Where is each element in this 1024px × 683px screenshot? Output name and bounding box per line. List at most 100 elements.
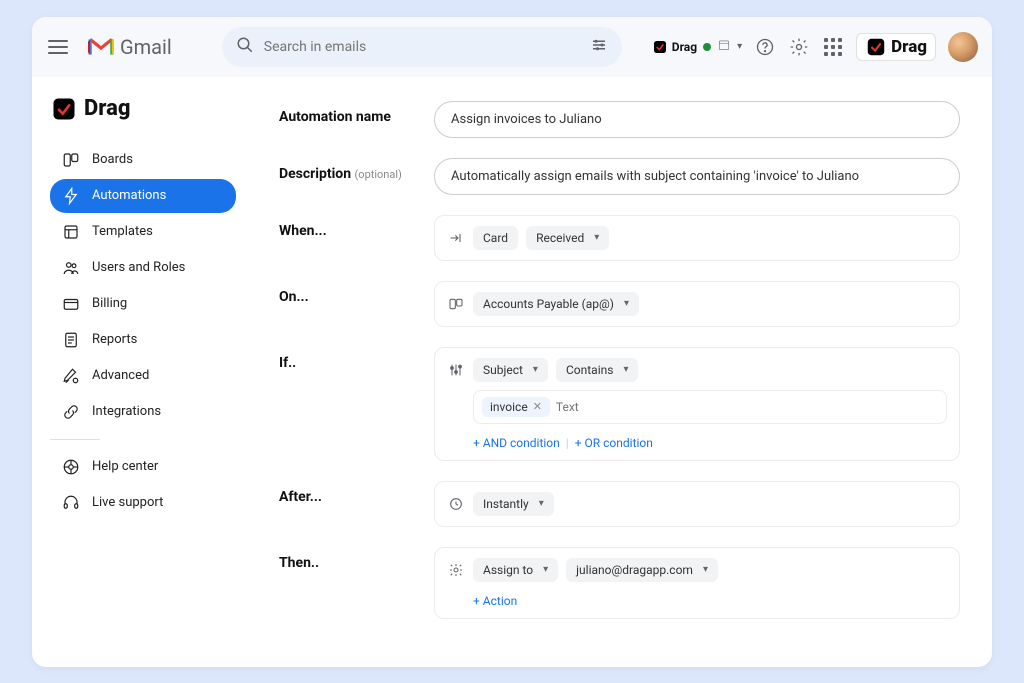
board-icon <box>447 296 465 312</box>
nav-divider <box>50 439 100 440</box>
when-entity-select[interactable]: Card <box>473 226 518 250</box>
if-value-input[interactable] <box>556 400 938 414</box>
hamburger-menu-icon[interactable] <box>46 35 70 59</box>
chevron-down-icon: ▾ <box>594 232 599 243</box>
sidebar-item-integrations[interactable]: Integrations <box>50 395 236 429</box>
then-target-select[interactable]: juliano@dragapp.com▾ <box>566 558 718 582</box>
clock-icon <box>447 496 465 512</box>
nav-footer: Help center Live support <box>50 450 236 520</box>
sidebar-item-reports[interactable]: Reports <box>50 323 236 357</box>
drag-logo-icon <box>865 36 887 58</box>
settings-button[interactable] <box>788 36 810 58</box>
chevron-down-icon: ▾ <box>623 364 628 375</box>
drag-brand-box[interactable]: Drag <box>856 33 936 61</box>
sidebar-item-help[interactable]: Help center <box>50 450 236 484</box>
automation-name-input[interactable] <box>434 101 960 138</box>
nav-label: Advanced <box>92 368 149 383</box>
gmail-m-icon <box>88 37 114 57</box>
if-operator-select[interactable]: Contains▾ <box>556 358 639 382</box>
topbar: Gmail Drag ▾ Drag <box>32 17 992 77</box>
add-action-link[interactable]: + Action <box>473 590 947 608</box>
search-icon <box>236 36 254 58</box>
nav-label: Boards <box>92 152 133 167</box>
label-then: Then.. <box>279 547 434 571</box>
topbar-right: Drag ▾ Drag <box>652 32 978 62</box>
if-value-input-wrap[interactable]: invoice✕ <box>473 390 947 424</box>
description-input[interactable] <box>434 158 960 195</box>
gmail-text: Gmail <box>120 35 172 59</box>
sidebar-item-advanced[interactable]: Advanced <box>50 359 236 393</box>
label-on: On... <box>279 281 434 305</box>
drag-brand-text: Drag <box>891 37 927 57</box>
row-then: Then.. Assign to▾ juliano@dragapp.com▾ +… <box>279 547 960 619</box>
if-tag: invoice✕ <box>482 397 550 417</box>
sidebar-brand-text: Drag <box>84 96 130 121</box>
label-description: Description (optional) <box>279 158 434 182</box>
row-when: When... Card Received▾ <box>279 215 960 261</box>
row-automation-name: Automation name <box>279 101 960 138</box>
chevron-down-icon: ▾ <box>543 564 548 575</box>
separator: | <box>566 436 569 450</box>
sidebar: Drag Boards Automations Templates Users <box>32 77 247 667</box>
sidebar-item-boards[interactable]: Boards <box>50 143 236 177</box>
main-content: Automation name Description (optional) W… <box>247 77 992 667</box>
nav-label: Live support <box>92 495 163 510</box>
after-box: Instantly▾ <box>434 481 960 527</box>
calendar-mini-icon <box>717 37 731 56</box>
nav-label: Help center <box>92 459 158 474</box>
on-box: Accounts Payable (ap@)▾ <box>434 281 960 327</box>
drag-status-chip[interactable]: Drag ▾ <box>652 37 742 56</box>
tag-remove-icon[interactable]: ✕ <box>533 400 542 413</box>
then-action-select[interactable]: Assign to▾ <box>473 558 558 582</box>
nav-label: Templates <box>92 224 153 239</box>
chevron-down-icon: ▾ <box>737 41 742 52</box>
nav-label: Billing <box>92 296 127 311</box>
drag-chip-label: Drag <box>672 40 697 54</box>
sidebar-item-templates[interactable]: Templates <box>50 215 236 249</box>
sliders-icon <box>447 362 465 378</box>
body: Drag Boards Automations Templates Users <box>32 77 992 667</box>
chevron-down-icon: ▾ <box>539 498 544 509</box>
nav-label: Automations <box>92 188 166 203</box>
when-box: Card Received▾ <box>434 215 960 261</box>
sidebar-item-users[interactable]: Users and Roles <box>50 251 236 285</box>
if-box: Subject▾ Contains▾ invoice✕ + AND condit… <box>434 347 960 461</box>
row-if: If.. Subject▾ Contains▾ invoice✕ <box>279 347 960 461</box>
gear-icon <box>447 562 465 578</box>
search-box[interactable] <box>222 27 622 67</box>
nav-list: Boards Automations Templates Users and R… <box>50 143 236 429</box>
status-dot-icon <box>703 43 711 51</box>
help-button[interactable] <box>754 36 776 58</box>
label-after: After... <box>279 481 434 505</box>
sidebar-item-automations[interactable]: Automations <box>50 179 236 213</box>
sidebar-item-billing[interactable]: Billing <box>50 287 236 321</box>
nav-label: Users and Roles <box>92 260 185 275</box>
sidebar-item-support[interactable]: Live support <box>50 486 236 520</box>
arrow-in-icon <box>447 230 465 246</box>
on-board-select[interactable]: Accounts Payable (ap@)▾ <box>473 292 639 316</box>
after-timing-select[interactable]: Instantly▾ <box>473 492 554 516</box>
label-name: Automation name <box>279 101 434 125</box>
apps-button[interactable] <box>822 36 844 58</box>
add-and-condition[interactable]: + AND condition <box>473 436 560 450</box>
drag-logo-icon <box>50 95 78 123</box>
sidebar-brand: Drag <box>50 95 236 123</box>
tune-icon[interactable] <box>590 36 608 58</box>
nav-label: Reports <box>92 332 137 347</box>
label-if: If.. <box>279 347 434 371</box>
when-event-select[interactable]: Received▾ <box>526 226 609 250</box>
add-or-condition[interactable]: + OR condition <box>575 436 653 450</box>
search-input[interactable] <box>264 39 580 55</box>
avatar[interactable] <box>948 32 978 62</box>
gmail-logo: Gmail <box>88 35 172 59</box>
row-description: Description (optional) <box>279 158 960 195</box>
apps-grid-icon <box>824 38 842 56</box>
chevron-down-icon: ▾ <box>703 564 708 575</box>
chevron-down-icon: ▾ <box>624 298 629 309</box>
row-after: After... Instantly▾ <box>279 481 960 527</box>
chevron-down-icon: ▾ <box>533 364 538 375</box>
if-field-select[interactable]: Subject▾ <box>473 358 548 382</box>
drag-mini-icon <box>652 39 668 55</box>
condition-links: + AND condition | + OR condition <box>473 432 947 450</box>
row-on: On... Accounts Payable (ap@)▾ <box>279 281 960 327</box>
